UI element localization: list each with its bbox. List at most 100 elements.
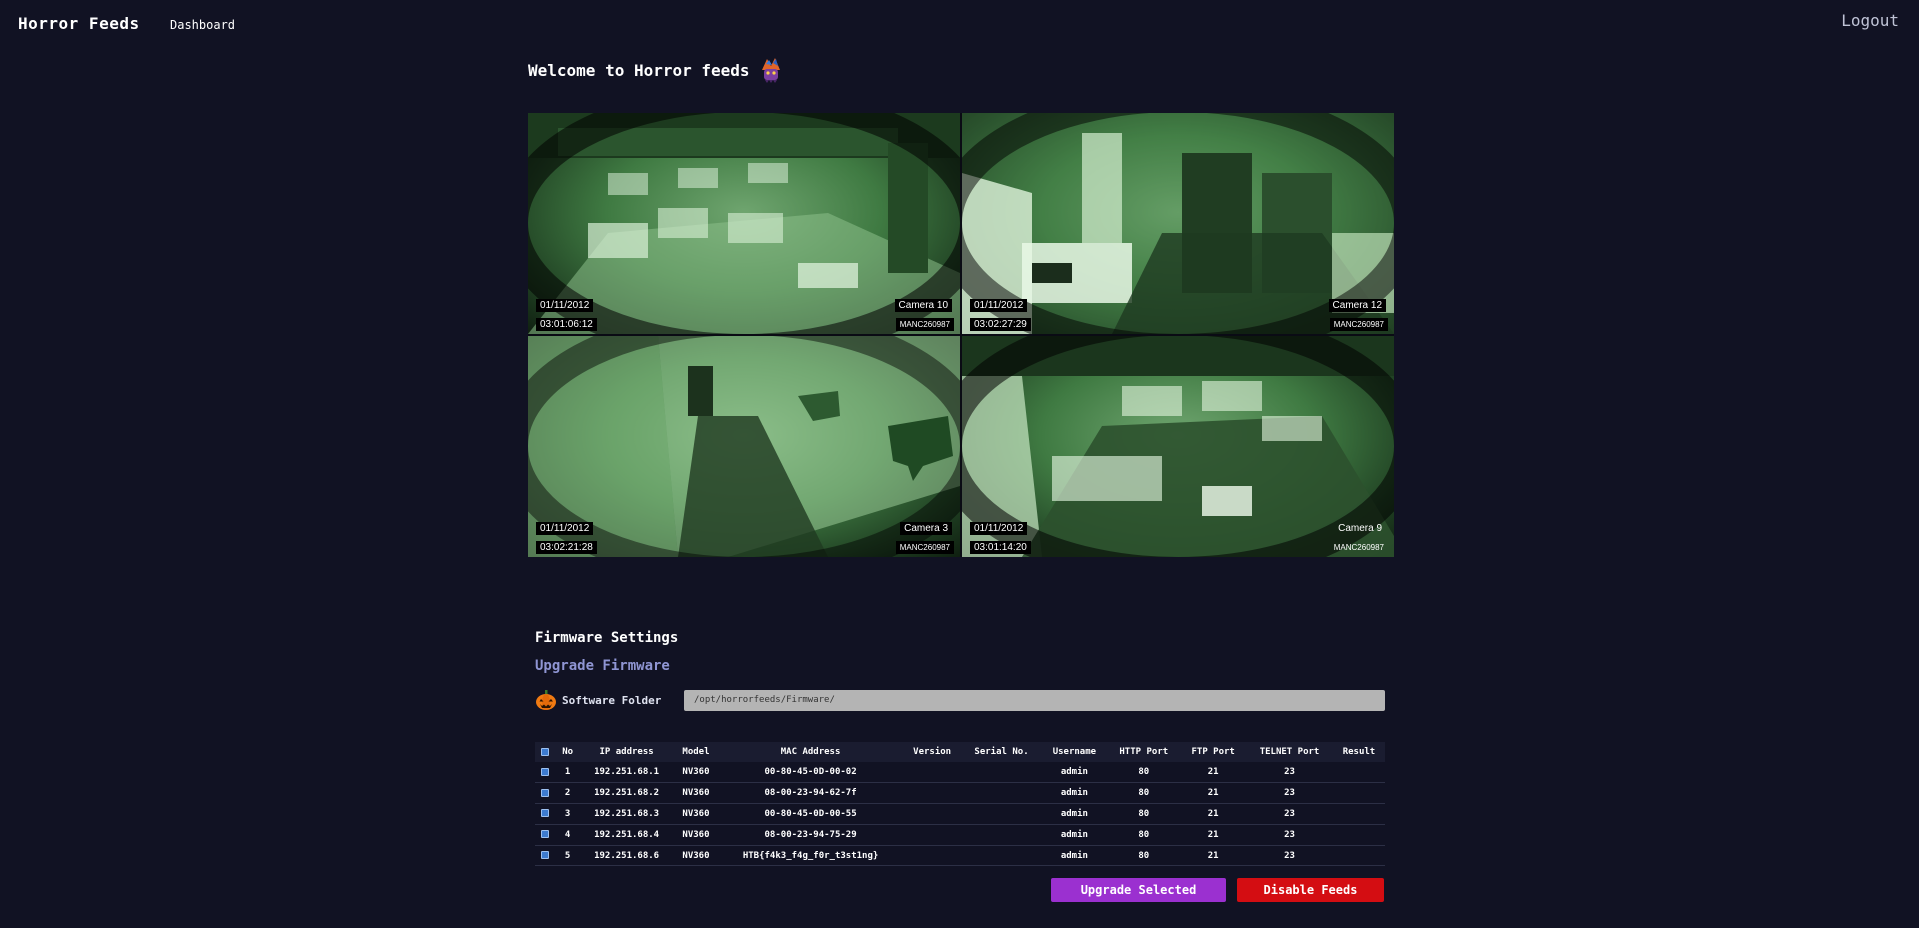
column-model: Model [673,742,719,762]
camera-feed-2[interactable]: 01/11/2012 03:02:27:29 Camera 12 MANC260… [962,113,1394,334]
firmware-settings-title: Firmware Settings [535,630,679,646]
cell-version [902,824,962,846]
cell-http-port: 80 [1107,782,1181,805]
brand-logo[interactable]: Horror Feeds [18,14,140,33]
cell-ftp-port: 21 [1180,782,1247,805]
cell-telnet-port: 23 [1246,824,1333,846]
cell-serial [961,845,1042,867]
cell-no: 5 [555,845,580,867]
cell-no: 3 [555,803,580,825]
column-ftp-port: FTP Port [1180,742,1247,762]
camera-date: 01/11/2012 [970,299,1028,312]
camera-serial: MANC260987 [1329,318,1388,331]
camera-serial: MANC260987 [895,541,954,554]
camera-name: Camera 12 [1328,299,1386,312]
cell-version [902,845,962,867]
row-checkbox[interactable] [535,762,556,784]
column-no: No [555,742,580,762]
cell-username: admin [1041,762,1108,784]
camera-date: 01/11/2012 [970,522,1028,535]
cell-serial [961,782,1042,805]
cell-mac: 08-00-23-94-75-29 [718,824,903,846]
cell-ftp-port: 21 [1180,762,1247,784]
camera-time: 03:01:06:12 [536,318,597,331]
cell-telnet-port: 23 [1246,803,1333,825]
column-mac: MAC Address [718,742,903,762]
cell-model: NV360 [673,845,719,867]
cell-mac: HTB{f4k3_f4g_f0r_t3st1ng} [718,845,903,867]
camera-time: 03:02:27:29 [970,318,1031,331]
camera-serial: MANC260987 [895,318,954,331]
cell-serial [961,824,1042,846]
checkbox-checked-icon [541,809,550,818]
cell-model: NV360 [673,803,719,825]
cell-mac: 08-00-23-94-62-7f [718,782,903,805]
software-folder-input[interactable] [684,689,1385,711]
camera-feed-1[interactable]: 01/11/2012 03:01:06:12 Camera 10 MANC260… [528,113,960,334]
camera-date: 01/11/2012 [536,522,594,535]
nav-dashboard-link[interactable]: Dashboard [170,18,235,32]
navbar: Horror Feeds Dashboard Logout [0,0,1919,48]
column-result: Result [1332,742,1385,762]
cell-telnet-port: 23 [1246,845,1333,867]
cell-http-port: 80 [1107,803,1181,825]
cell-result [1332,782,1385,805]
cell-result [1332,762,1385,784]
cell-http-port: 80 [1107,845,1181,867]
cell-ftp-port: 21 [1180,803,1247,825]
cell-username: admin [1041,824,1108,846]
cell-version [902,782,962,805]
cell-model: NV360 [673,762,719,784]
cell-no: 2 [555,782,580,805]
checkbox-checked-icon [541,851,550,860]
cell-serial [961,762,1042,784]
camera-name: Camera 10 [894,299,952,312]
disable-feeds-button[interactable]: Disable Feeds [1237,878,1384,902]
cell-result [1332,803,1385,825]
cell-telnet-port: 23 [1246,762,1333,784]
logout-link[interactable]: Logout [1841,11,1899,30]
checkbox-checked-icon [541,767,550,776]
camera-time: 03:02:21:28 [536,541,597,554]
cell-telnet-port: 23 [1246,782,1333,805]
checkbox-checked-icon [541,830,550,839]
column-username: Username [1041,742,1108,762]
column-version: Version [902,742,962,762]
column-http-port: HTTP Port [1107,742,1181,762]
column-serial: Serial No. [961,742,1042,762]
welcome-title: Welcome to Horror feeds [528,60,750,80]
software-folder-row: Software Folder [535,689,1385,711]
cell-ftp-port: 21 [1180,845,1247,867]
camera-feed-3[interactable]: 01/11/2012 03:02:21:28 Camera 3 MANC2609… [528,336,960,557]
camera-grid: 01/11/2012 03:01:06:12 Camera 10 MANC260… [528,113,1394,557]
cell-http-port: 80 [1107,762,1181,784]
table-row: 3 192.251.68.3 NV360 00-80-45-0D-00-55 a… [535,803,1385,825]
cell-result [1332,824,1385,846]
cell-ip: 192.251.68.3 [579,803,674,825]
upgrade-selected-button[interactable]: Upgrade Selected [1051,878,1226,902]
column-ip: IP address [579,742,674,762]
table-row: 2 192.251.68.2 NV360 08-00-23-94-62-7f a… [535,782,1385,805]
cell-http-port: 80 [1107,824,1181,846]
column-telnet-port: TELNET Port [1246,742,1333,762]
cell-ip: 192.251.68.4 [579,824,674,846]
select-all-checkbox[interactable] [535,742,556,762]
cell-version [902,803,962,825]
cell-no: 4 [555,824,580,846]
camera-date: 01/11/2012 [536,299,594,312]
cell-ip: 192.251.68.6 [579,845,674,867]
row-checkbox[interactable] [535,824,556,846]
checkbox-checked-icon [541,788,550,797]
cell-model: NV360 [673,782,719,805]
cell-mac: 00-80-45-0D-00-02 [718,762,903,784]
row-checkbox[interactable] [535,845,556,867]
row-checkbox[interactable] [535,803,556,825]
cell-ip: 192.251.68.2 [579,782,674,805]
row-checkbox[interactable] [535,782,556,805]
table-row: 4 192.251.68.4 NV360 08-00-23-94-75-29 a… [535,824,1385,846]
cell-username: admin [1041,845,1108,867]
cell-ip: 192.251.68.1 [579,762,674,784]
camera-feed-4[interactable]: 01/11/2012 03:01:14:20 Camera 9 MANC2609… [962,336,1394,557]
checkbox-checked-icon [541,747,550,756]
ghost-icon [761,58,780,83]
